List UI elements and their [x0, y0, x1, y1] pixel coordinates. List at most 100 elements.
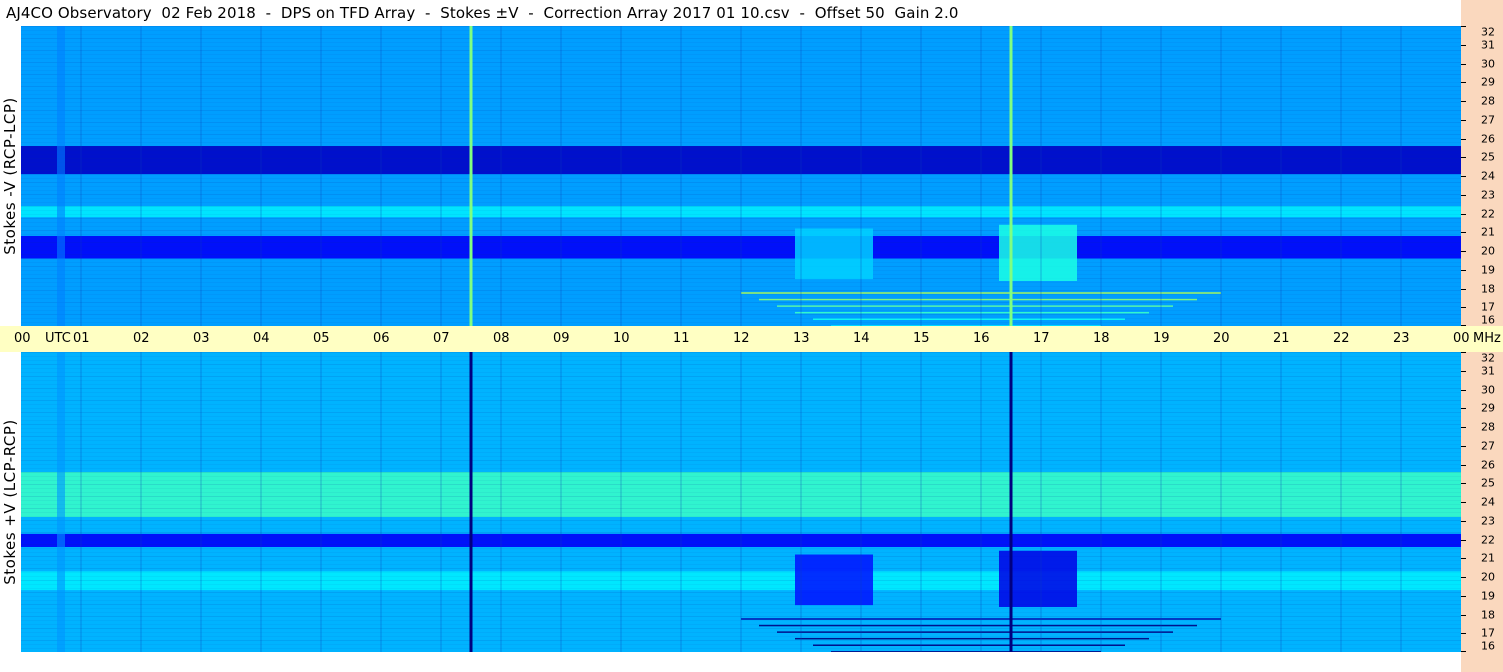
frequency-tick-label: 32	[1481, 351, 1495, 365]
time-tick-label: 03	[193, 331, 210, 346]
frequency-tick-label: 16	[1481, 639, 1495, 653]
frequency-tick-label: 19	[1481, 589, 1495, 603]
time-tick-label: 12	[733, 331, 750, 346]
frequency-tick-label: 20	[1481, 570, 1495, 584]
time-tick-label: 16	[973, 331, 990, 346]
time-tick-label: 08	[493, 331, 510, 346]
time-tick-label: 02	[133, 331, 150, 346]
interference-line	[795, 311, 1149, 314]
chart-title: AJ4CO Observatory 02 Feb 2018 - DPS on T…	[6, 4, 959, 22]
spectrogram-bottom-svg	[21, 352, 1461, 652]
vertical-event-line	[469, 26, 473, 326]
vertical-event-line	[469, 352, 473, 652]
frequency-tick-label: 27	[1481, 113, 1495, 127]
frequency-tick-mark	[1461, 595, 1466, 597]
frequency-tick-mark	[1461, 194, 1466, 196]
time-axis: 00 UTC 01 02 03 04 05 06 07 08 09 10 11 12 13 14 15 16 17 1…	[0, 326, 1503, 352]
frequency-tick-mark	[1461, 558, 1466, 560]
frequency-tick-mark	[1461, 232, 1466, 234]
vertical-event-line	[1009, 352, 1013, 652]
frequency-tick-mark	[1461, 251, 1466, 252]
frequency-tick-mark	[1461, 352, 1466, 353]
frequency-tick-mark	[1461, 520, 1466, 522]
time-tick-label: 21	[1273, 331, 1290, 346]
frequency-tick-label: 30	[1481, 57, 1495, 70]
frequency-tick-label: 30	[1481, 383, 1495, 396]
frequency-tick-label: 23	[1481, 514, 1495, 528]
time-tick-label: 10	[613, 331, 630, 346]
frequency-tick-mark	[1461, 651, 1466, 652]
frequency-tick-mark	[1461, 502, 1466, 503]
top-ylabel-box: Stokes -V (RCP-LCP)	[0, 26, 21, 326]
frequency-tick-label: 17	[1481, 300, 1495, 314]
frequency-tick-mark	[1461, 389, 1466, 391]
time-tick-label: 07	[433, 331, 450, 346]
frequency-tick-mark	[1461, 633, 1466, 635]
spectrogram-top	[21, 26, 1461, 326]
frequency-tick-mark	[1461, 614, 1466, 616]
frequency-tick-mark	[1461, 370, 1466, 372]
frequency-tick-label: 19	[1481, 263, 1495, 277]
frequency-tick-label: 17	[1481, 626, 1495, 640]
frequency-tick-label: 21	[1481, 225, 1495, 239]
frequency-tick-label: 22	[1481, 207, 1495, 220]
time-tick-label: 00	[14, 331, 31, 346]
frequency-tick-mark	[1461, 269, 1466, 271]
frequency-tick-mark	[1461, 577, 1466, 578]
frequency-tick-label: 18	[1481, 282, 1495, 295]
time-tick-label: 23	[1393, 331, 1410, 346]
frequency-tick-label: 27	[1481, 439, 1495, 453]
time-tick-label: 00	[1453, 331, 1470, 346]
time-tick-label: UTC	[45, 331, 71, 346]
interference-line	[813, 318, 1125, 320]
frequency-tick-label: 25	[1481, 476, 1495, 490]
time-tick-label: 18	[1093, 331, 1110, 346]
time-tick-label: 20	[1213, 331, 1230, 346]
time-tick-label: 22	[1333, 331, 1350, 346]
frequency-tick-mark	[1461, 325, 1466, 326]
frequency-tick-label: 16	[1481, 313, 1495, 327]
frequency-tick-label: 29	[1481, 401, 1495, 415]
frequency-tick-mark	[1461, 483, 1466, 485]
frequency-tick-mark	[1461, 176, 1466, 177]
time-tick-label: 01	[73, 331, 90, 346]
time-tick-label: 17	[1033, 331, 1050, 346]
time-tick-label: 11	[673, 331, 690, 346]
spectrogram-top-svg	[21, 26, 1461, 326]
time-tick-label: 06	[373, 331, 390, 346]
time-tick-label: 14	[853, 331, 870, 346]
frequency-tick-mark	[1461, 138, 1466, 140]
time-tick-label: 19	[1153, 331, 1170, 346]
frequency-tick-mark	[1461, 213, 1466, 215]
title-bar: AJ4CO Observatory 02 Feb 2018 - DPS on T…	[0, 0, 1461, 26]
frequency-tick-label: 26	[1481, 132, 1495, 145]
interference-line	[759, 624, 1197, 627]
bottom-ylabel-box: Stokes +V (LCP-RCP)	[0, 352, 21, 652]
frequency-tick-mark	[1461, 119, 1466, 121]
frequency-tick-mark	[1461, 288, 1466, 290]
frequency-tick-mark	[1461, 539, 1466, 541]
frequency-tick-label: 21	[1481, 551, 1495, 565]
frequency-tick-mark	[1461, 157, 1466, 159]
bottom-panel-ylabel: Stokes +V (LCP-RCP)	[1, 419, 19, 585]
frequency-tick-label: 28	[1481, 94, 1495, 108]
frequency-tick-label: 31	[1481, 364, 1495, 378]
frequency-tick-label: 28	[1481, 420, 1495, 434]
frequency-tick-mark	[1461, 63, 1466, 65]
frequency-tick-label: 18	[1481, 608, 1495, 621]
interference-line	[795, 637, 1149, 640]
frequency-tick-label: 20	[1481, 244, 1495, 258]
interference-line	[759, 298, 1197, 301]
receiver-column	[57, 352, 65, 652]
frequency-tick-mark	[1461, 44, 1466, 46]
receiver-column	[57, 26, 65, 326]
time-tick-label: MHz	[1473, 331, 1501, 346]
frequency-tick-mark	[1461, 464, 1466, 466]
spectrogram-bottom	[21, 352, 1461, 652]
frequency-tick-mark	[1461, 101, 1466, 102]
frequency-tick-mark	[1461, 307, 1466, 309]
frequency-tick-label: 22	[1481, 533, 1495, 546]
time-tick-label: 09	[553, 331, 570, 346]
frequency-tick-label: 25	[1481, 150, 1495, 164]
frequency-tick-label: 24	[1481, 169, 1495, 183]
